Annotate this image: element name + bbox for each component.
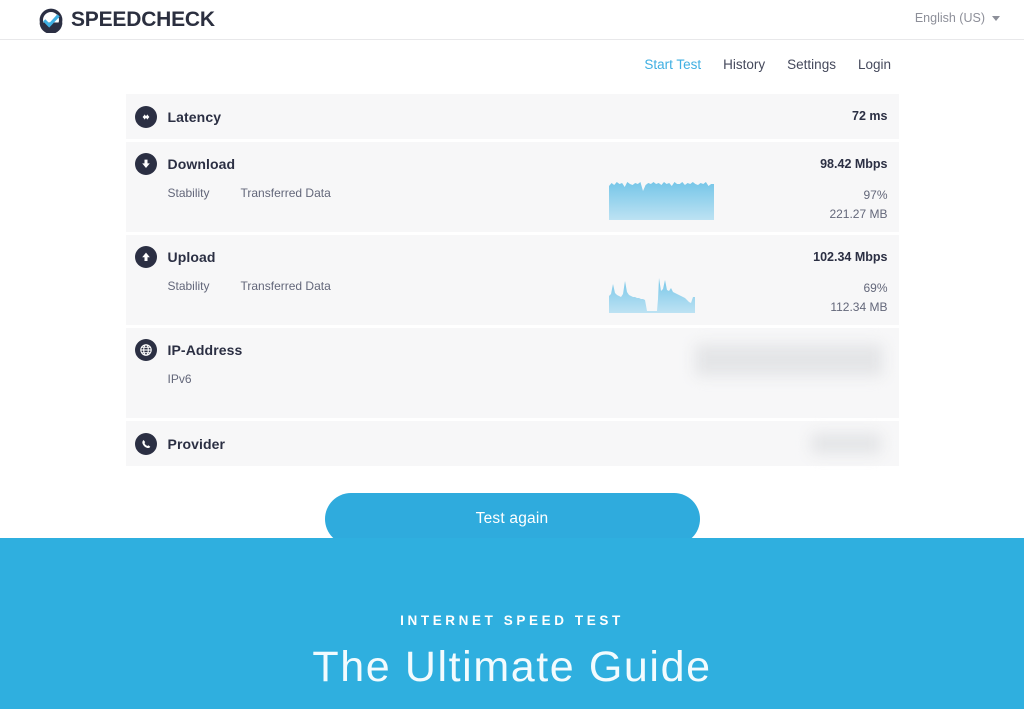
nav-item-history[interactable]: History bbox=[723, 57, 765, 72]
language-selector-label: English (US) bbox=[914, 11, 985, 25]
latency-value: 72 ms bbox=[852, 109, 888, 123]
upload-throughput-sparkline bbox=[608, 271, 714, 313]
brand-logo[interactable]: SPEEDCHECK bbox=[38, 7, 215, 34]
download-title: Download bbox=[167, 156, 236, 172]
left-right-arrow-icon bbox=[134, 105, 157, 128]
upload-stability-label: Stability bbox=[167, 279, 210, 293]
nav-item-login[interactable]: Login bbox=[858, 57, 891, 72]
hero-kicker: INTERNET SPEED TEST bbox=[400, 613, 624, 628]
ip-address-redacted-value bbox=[694, 344, 883, 376]
upload-transferred-value: 112.34 MB bbox=[830, 300, 888, 314]
phone-handset-icon bbox=[134, 432, 157, 455]
chevron-down-icon bbox=[992, 15, 1000, 21]
upload-sub-values: 69% 112.34 MB bbox=[830, 279, 887, 317]
guide-hero-banner: INTERNET SPEED TEST The Ultimate Guide bbox=[0, 538, 1024, 709]
download-transferred-label: Transferred Data bbox=[240, 186, 331, 200]
result-row-download: Download 98.42 Mbps Stability Transferre… bbox=[125, 142, 899, 232]
arrow-down-icon bbox=[134, 153, 157, 175]
result-row-latency: Latency 72 ms bbox=[125, 94, 899, 139]
upload-stability-value: 69% bbox=[863, 281, 888, 295]
provider-redacted-value bbox=[810, 433, 881, 454]
latency-title: Latency bbox=[167, 108, 222, 125]
download-transferred-value: 221.27 MB bbox=[829, 207, 888, 221]
download-details: Stability Transferred Data 97% 221.27 MB bbox=[126, 182, 899, 232]
arrow-up-icon bbox=[134, 246, 157, 268]
speed-test-results: Latency 72 ms Download 98.42 Mbps Stabil… bbox=[125, 94, 899, 466]
site-header: SPEEDCHECK English (US) bbox=[0, 0, 1024, 40]
upload-header: Upload bbox=[126, 235, 899, 279]
language-selector[interactable]: English (US) bbox=[915, 11, 1000, 25]
ip-address-title: IP-Address bbox=[167, 342, 243, 358]
nav-item-settings[interactable]: Settings bbox=[787, 57, 836, 72]
upload-details: Stability Transferred Data 69% 112.34 MB bbox=[126, 278, 899, 325]
upload-value: 102.34 Mbps bbox=[813, 250, 888, 264]
download-stability-value: 97% bbox=[863, 188, 888, 202]
brand-name: SPEEDCHECK bbox=[71, 7, 215, 31]
download-sub-values: 97% 221.27 MB bbox=[829, 186, 887, 224]
download-value: 98.42 Mbps bbox=[820, 157, 888, 171]
upload-title: Upload bbox=[167, 249, 216, 265]
nav-item-start-test[interactable]: Start Test bbox=[644, 57, 701, 72]
result-row-provider: Provider bbox=[125, 421, 899, 466]
main-navigation: Start Test History Settings Login bbox=[0, 40, 1024, 72]
provider-header: Provider bbox=[126, 421, 899, 466]
ip-protocol-label: IPv6 bbox=[167, 372, 192, 386]
download-throughput-sparkline bbox=[608, 178, 714, 220]
hero-title: The Ultimate Guide bbox=[312, 643, 712, 691]
speedcheck-check-circle-icon bbox=[38, 7, 64, 34]
result-row-upload: Upload 102.34 Mbps Stability Transferred… bbox=[125, 235, 899, 325]
globe-icon bbox=[134, 339, 157, 361]
ip-address-details: IPv6 bbox=[126, 372, 899, 418]
download-header: Download bbox=[126, 142, 899, 186]
download-stability-label: Stability bbox=[167, 186, 210, 200]
provider-title: Provider bbox=[167, 435, 226, 452]
upload-transferred-label: Transferred Data bbox=[240, 279, 331, 293]
latency-header: Latency bbox=[126, 94, 899, 139]
result-row-ip-address: IP-Address IPv6 bbox=[125, 328, 899, 418]
